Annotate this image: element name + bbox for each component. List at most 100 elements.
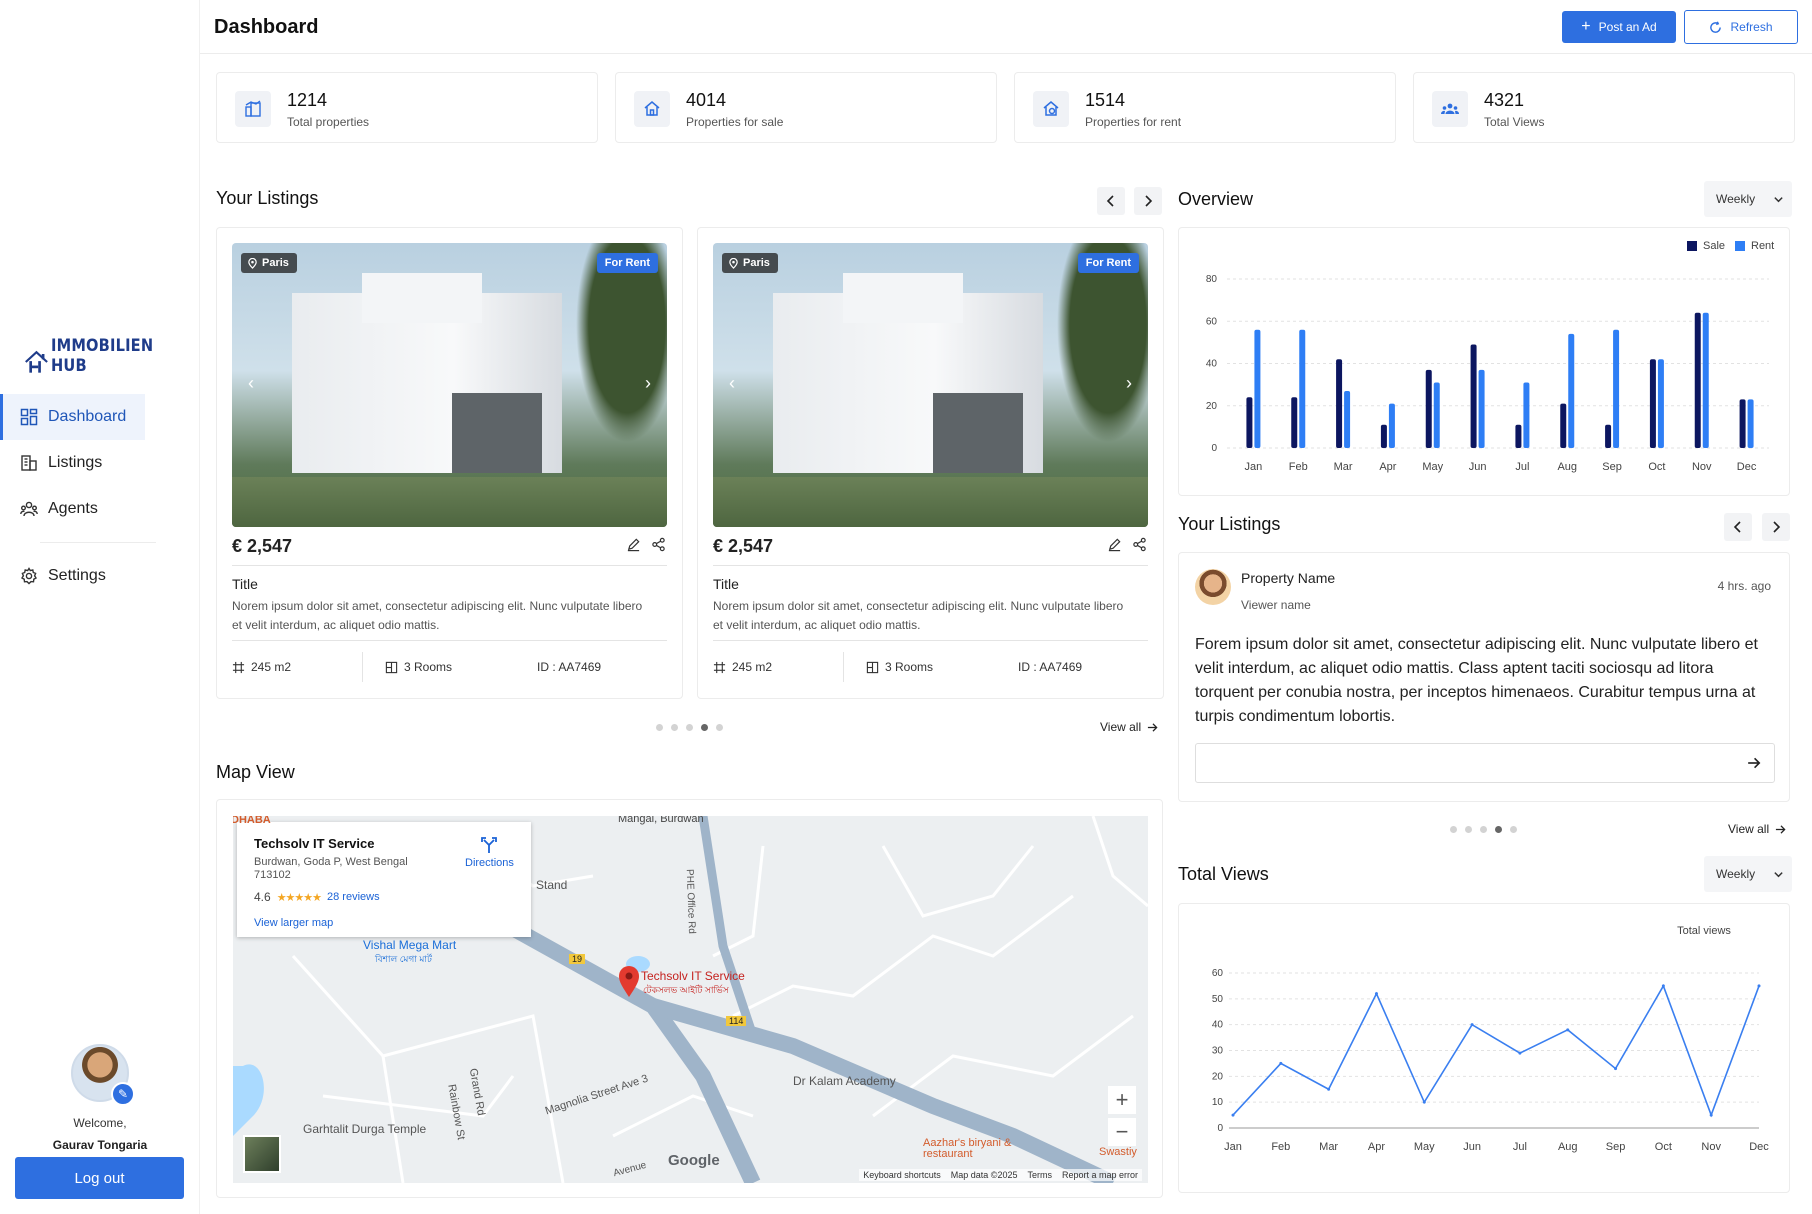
- sidebar-item-agents[interactable]: Agents: [0, 486, 200, 532]
- bar-rent: [1613, 329, 1620, 448]
- map-footer-data: Map data ©2025: [950, 1170, 1018, 1180]
- edit-icon[interactable]: ✎: [111, 1082, 135, 1106]
- x-tick-label: Feb: [1271, 1141, 1290, 1153]
- pagination-dot[interactable]: [686, 724, 693, 731]
- location-badge: Paris: [241, 253, 297, 273]
- dashboard-icon: [20, 408, 38, 426]
- listing-price: € 2,547: [232, 536, 293, 556]
- chevron-left-icon: [1106, 195, 1114, 207]
- satellite-toggle[interactable]: [243, 1135, 281, 1173]
- zoom-out-button[interactable]: −: [1108, 1118, 1136, 1146]
- listing-id: ID : AA7469: [537, 660, 601, 674]
- share-icon[interactable]: [651, 537, 666, 552]
- legend-swatch: [1687, 241, 1697, 251]
- photo-next-icon[interactable]: ›: [645, 373, 651, 394]
- map-label-mart-sub: বিশাল মেগা মার্ট: [375, 954, 432, 964]
- edit-icon[interactable]: [1107, 537, 1122, 552]
- reviews-pagination[interactable]: [1450, 826, 1517, 833]
- avatar[interactable]: ✎: [71, 1044, 135, 1106]
- chart-building-icon: [235, 91, 271, 127]
- bar-sale: [1246, 397, 1253, 448]
- pagination-dot[interactable]: [1465, 826, 1472, 833]
- x-tick-label: Jan: [1245, 461, 1263, 473]
- line-point: [1327, 1087, 1331, 1091]
- photo-house-door: [933, 393, 1023, 473]
- post-ad-button[interactable]: + Post an Ad: [1562, 11, 1676, 43]
- place-address: Burdwan, Goda P, West Bengal 713102: [254, 856, 408, 881]
- stat-card-for-rent[interactable]: 1514 Properties for rent: [1014, 72, 1396, 143]
- share-icon[interactable]: [1132, 537, 1147, 552]
- view-all-label: View all: [1100, 720, 1142, 734]
- reviews-section-title: Your Listings: [1178, 514, 1281, 534]
- pagination-dot[interactable]: [656, 724, 663, 731]
- photo-prev-icon[interactable]: ‹: [248, 373, 254, 394]
- stat-card-total-properties[interactable]: 1214 Total properties: [216, 72, 598, 143]
- pagination-dot[interactable]: [671, 724, 678, 731]
- bar-sale: [1605, 424, 1612, 448]
- pagination-dot[interactable]: [1510, 826, 1517, 833]
- logout-button[interactable]: Log out: [15, 1157, 184, 1199]
- listings-next-button[interactable]: [1134, 187, 1162, 215]
- views-period-select[interactable]: Weekly: [1704, 856, 1792, 892]
- sidebar-item-dashboard[interactable]: Dashboard: [0, 394, 145, 440]
- chevron-down-icon: [1774, 871, 1783, 877]
- line-point: [1518, 1051, 1522, 1055]
- building-icon: [21, 455, 37, 471]
- x-tick-label: Jul: [1513, 1141, 1527, 1153]
- map-footer-terms[interactable]: Terms: [1027, 1170, 1052, 1180]
- refresh-button[interactable]: Refresh: [1684, 10, 1798, 44]
- listing-photo[interactable]: Paris For Rent ‹ ›: [713, 243, 1148, 527]
- directions-button[interactable]: Directions: [465, 836, 514, 869]
- listing-title: Title: [713, 576, 739, 592]
- stat-card-for-sale[interactable]: 4014 Properties for sale: [615, 72, 997, 143]
- sidebar-item-label: Listings: [48, 454, 103, 471]
- photo-prev-icon[interactable]: ‹: [729, 373, 735, 394]
- map-label-mart: Vishal Mega Mart: [363, 938, 457, 952]
- reply-input[interactable]: [1195, 743, 1775, 783]
- listing-rooms: 3 Rooms: [866, 660, 933, 674]
- pagination-dot[interactable]: [1450, 826, 1457, 833]
- listings-prev-button[interactable]: [1097, 187, 1125, 215]
- line-point: [1374, 992, 1378, 996]
- listing-card[interactable]: Paris For Rent ‹ › € 2,547 Title Norem i…: [216, 227, 683, 699]
- line-point: [1614, 1067, 1618, 1071]
- brand-logo[interactable]: IMMOBILIEN HUB: [24, 336, 199, 376]
- listings-view-all-link[interactable]: View all: [1100, 720, 1158, 734]
- sidebar-item-settings[interactable]: Settings: [0, 553, 200, 599]
- card-divider: [713, 640, 1148, 641]
- map-marker-icon[interactable]: [618, 966, 640, 1003]
- line-point: [1279, 1061, 1283, 1065]
- send-arrow-icon[interactable]: [1747, 756, 1761, 770]
- listing-photo[interactable]: Paris For Rent ‹ ›: [232, 243, 667, 527]
- edit-icon[interactable]: [626, 537, 641, 552]
- view-larger-map-link[interactable]: View larger map: [254, 917, 333, 929]
- map-footer-report[interactable]: Report a map error: [1062, 1170, 1138, 1180]
- x-tick-label: Jul: [1515, 461, 1529, 473]
- reviews-link[interactable]: 28 reviews: [327, 891, 380, 903]
- pagination-dot[interactable]: [716, 724, 723, 731]
- stat-label: Total properties: [287, 115, 370, 129]
- sidebar-item-listings[interactable]: Listings: [0, 440, 200, 486]
- embedded-map[interactable]: Techsolv IT Service Burdwan, Goda P, Wes…: [233, 816, 1148, 1183]
- stat-card-total-views[interactable]: 4321 Total Views: [1413, 72, 1795, 143]
- line-point: [1661, 984, 1665, 988]
- y-tick-label: 20: [1212, 1071, 1224, 1082]
- pagination-dot[interactable]: [1495, 826, 1502, 833]
- map-footer-shortcuts[interactable]: Keyboard shortcuts: [863, 1170, 941, 1180]
- map-card: Techsolv IT Service Burdwan, Goda P, Wes…: [216, 799, 1163, 1198]
- pagination-dot[interactable]: [1480, 826, 1487, 833]
- total-views-line-chart: 0 10 20 30 40 50 60 Jan Feb Mar Apr May Jun Jul Aug Sep…: [1212, 925, 1769, 1153]
- listings-pagination[interactable]: [656, 724, 723, 731]
- pagination-dot[interactable]: [701, 724, 708, 731]
- map-label-mangal: Mangal, Burdwan: [618, 816, 704, 825]
- reviews-prev-button[interactable]: [1724, 513, 1752, 541]
- listing-card[interactable]: Paris For Rent ‹ › € 2,547 Title Norem i…: [697, 227, 1164, 699]
- reviews-view-all-link[interactable]: View all: [1728, 822, 1786, 836]
- gear-icon: [21, 567, 37, 585]
- reviews-next-button[interactable]: [1762, 513, 1790, 541]
- photo-next-icon[interactable]: ›: [1126, 373, 1132, 394]
- agents-icon: [20, 501, 38, 517]
- zoom-in-button[interactable]: +: [1108, 1086, 1136, 1114]
- overview-period-select[interactable]: Weekly: [1704, 181, 1792, 217]
- x-tick-label: Oct: [1655, 1141, 1672, 1153]
